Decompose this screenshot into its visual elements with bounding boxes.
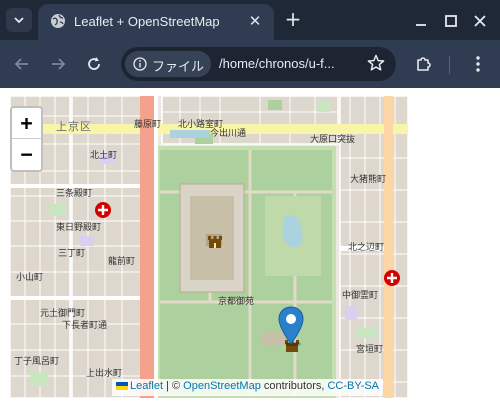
browser-tab[interactable]: Leaflet + OpenStreetMap ✕ bbox=[38, 4, 274, 40]
area-label: 大猪熊町 bbox=[350, 175, 387, 185]
area-label: 東日野殿町 bbox=[56, 223, 102, 233]
site-info-chip[interactable]: ファイル bbox=[125, 51, 211, 77]
info-icon bbox=[133, 57, 147, 71]
plus-icon[interactable]: + bbox=[283, 9, 303, 29]
attribution-contributors: contributors, bbox=[260, 380, 328, 392]
map-labels: 上京区 今出川通 藤原町 北小路室町 大原口突抜 北土町 三条殿町 東日野殿町 … bbox=[10, 96, 408, 398]
ukraine-flag-icon bbox=[116, 382, 128, 390]
star-icon[interactable] bbox=[366, 53, 386, 73]
zoom-control: + − bbox=[10, 106, 43, 172]
tab-search-icon[interactable] bbox=[6, 8, 32, 32]
toolbar-divider bbox=[449, 56, 450, 74]
extensions-icon[interactable] bbox=[413, 52, 435, 74]
area-label: 小山町 bbox=[16, 273, 44, 283]
street-label: 北小路室町 bbox=[178, 120, 224, 130]
browser-titlebar: Leaflet + OpenStreetMap ✕ + bbox=[0, 0, 500, 40]
ward-label: 上京区 bbox=[56, 120, 92, 133]
browser-toolbar: ファイル /home/chronos/u-f... bbox=[0, 40, 500, 88]
maximize-icon[interactable] bbox=[440, 10, 462, 32]
more-vert-icon[interactable] bbox=[468, 53, 488, 75]
area-label: 北之辺町 bbox=[348, 243, 385, 253]
zoom-in-button[interactable]: + bbox=[12, 108, 41, 139]
close-icon[interactable]: ✕ bbox=[246, 12, 264, 30]
area-label: 北土町 bbox=[90, 151, 118, 161]
url-text[interactable]: /home/chronos/u-f... bbox=[219, 56, 335, 71]
leaflet-link[interactable]: Leaflet bbox=[130, 380, 163, 392]
attribution-sep: | © bbox=[163, 380, 184, 392]
area-label: 龍前町 bbox=[108, 257, 136, 267]
address-bar[interactable]: ファイル /home/chronos/u-f... bbox=[121, 47, 396, 81]
window-close-icon[interactable] bbox=[469, 10, 491, 32]
map-viewport[interactable]: 上京区 今出川通 藤原町 北小路室町 大原口突抜 北土町 三条殿町 東日野殿町 … bbox=[10, 96, 408, 398]
area-label: 丁子風呂町 bbox=[14, 357, 60, 367]
area-label: 三丁町 bbox=[58, 249, 86, 259]
area-label: 三条殿町 bbox=[56, 189, 93, 199]
area-label: 上出水町 bbox=[86, 369, 123, 379]
street-label: 藤原町 bbox=[134, 120, 162, 130]
site-chip-label: ファイル bbox=[152, 60, 205, 75]
forward-arrow-icon[interactable] bbox=[48, 54, 68, 74]
zoom-out-button[interactable]: − bbox=[12, 139, 41, 170]
minimize-icon[interactable] bbox=[410, 10, 432, 32]
street-label: 下長者町通 bbox=[62, 321, 108, 331]
area-label: 宮垣町 bbox=[356, 345, 384, 355]
area-label: 中御霊町 bbox=[342, 291, 379, 301]
osm-link[interactable]: OpenStreetMap bbox=[183, 380, 261, 392]
globe-icon bbox=[51, 14, 65, 28]
map-attribution: Leaflet | © OpenStreetMap contributors, … bbox=[112, 379, 384, 396]
map-marker-icon[interactable] bbox=[278, 306, 304, 346]
back-arrow-icon[interactable] bbox=[12, 54, 32, 74]
tab-title: Leaflet + OpenStreetMap bbox=[74, 14, 220, 29]
license-link[interactable]: CC-BY-SA bbox=[327, 380, 379, 392]
reload-icon[interactable] bbox=[84, 54, 104, 74]
area-label: 大原口突抜 bbox=[310, 135, 356, 145]
park-label: 京都御苑 bbox=[218, 297, 255, 307]
